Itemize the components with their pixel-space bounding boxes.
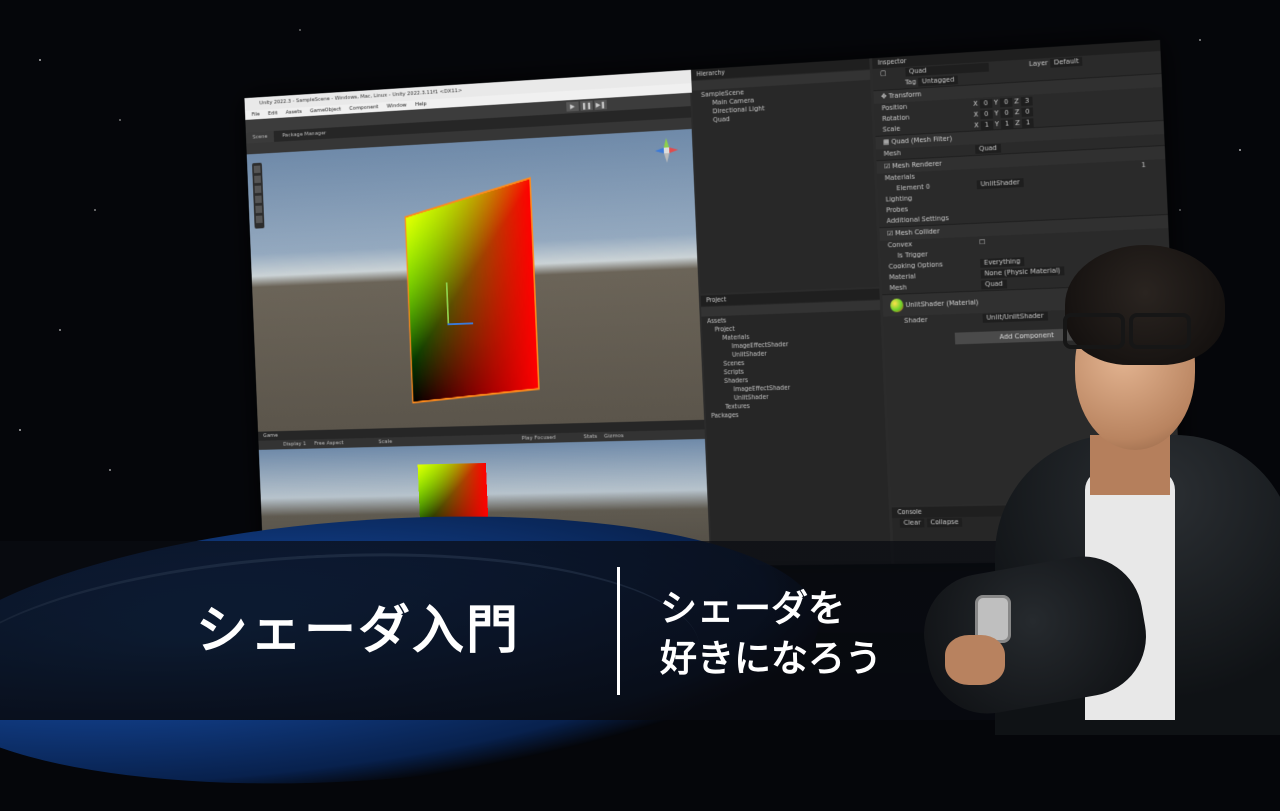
position-label: Position [881,102,908,113]
display-select[interactable]: Display 1 [283,440,306,447]
menu-edit[interactable]: Edit [268,110,278,117]
presenter-photo [905,235,1280,735]
subtitle-line-1: シェーダを [660,587,845,630]
scale-tool-icon[interactable] [254,195,262,204]
course-subtitle: シェーダを 好きになろう [660,584,882,684]
move-tool-icon[interactable] [254,175,261,184]
project-panel: Project Assets Project Materials ImageEf… [700,288,892,566]
scale-y[interactable]: 1 [1000,118,1014,129]
menu-assets[interactable]: Assets [286,108,302,115]
materials-label: Materials [884,172,916,183]
rect-tool-icon[interactable] [255,205,263,214]
hand-tool-icon[interactable] [253,165,261,174]
position-z[interactable]: 3 [1020,96,1034,106]
glasses-icon [1063,313,1193,349]
tag-select[interactable]: Untagged [918,74,959,87]
materials-count[interactable]: 1 [1141,160,1146,171]
orientation-gizmo-icon[interactable] [653,135,681,165]
layer-label: Layer [1028,59,1049,69]
mesh-filter-mesh-field[interactable]: Quad [975,143,1001,154]
glasses-left-lens [1063,313,1125,349]
rotation-z[interactable]: 0 [1021,106,1034,117]
rotation-label: Rotation [881,113,910,123]
gradient-quad[interactable] [404,176,540,404]
step-icon[interactable]: ▶❚ [594,99,607,110]
material-sphere-icon [890,298,904,313]
scale-slider-label[interactable]: Scale [378,438,392,445]
aspect-select[interactable]: Free Aspect [314,440,343,447]
scene-view[interactable] [246,128,705,432]
layer-select[interactable]: Default [1049,56,1083,68]
mesh-filter-mesh-label: Mesh [883,149,902,158]
element-label: Element 0 [896,182,931,193]
course-title: シェーダ入門 [196,601,521,661]
mesh-renderer-title: Mesh Renderer [892,159,942,171]
scale-z[interactable]: 1 [1021,117,1035,128]
transform-tool-icon[interactable] [255,215,263,224]
pause-icon[interactable]: ❚❚ [580,100,593,111]
menu-gameobject[interactable]: GameObject [310,106,341,114]
scale-x[interactable]: 1 [980,120,993,130]
menu-help[interactable]: Help [415,101,427,108]
scale-label: Scale [882,124,901,134]
position-x[interactable]: 0 [979,98,992,108]
presenter-hand [945,635,1005,685]
cube-icon: ▢ [880,69,887,78]
stats-button[interactable]: Stats [584,433,598,440]
play-icon[interactable]: ▶ [566,101,579,112]
menu-window[interactable]: Window [387,102,407,110]
mesh-filter-icon: ▦ [883,138,890,147]
mesh-collider-checkbox[interactable]: ☑ [887,230,893,238]
position-y[interactable]: 0 [999,97,1013,107]
menu-component[interactable]: Component [349,104,378,112]
glasses-right-lens [1129,313,1191,349]
menu-file[interactable]: File [252,111,260,118]
rotate-tool-icon[interactable] [254,185,262,194]
tag-label: Tag [904,77,917,87]
hierarchy-panel: Hierarchy SampleScene Main Camera Direct… [690,58,880,294]
subtitle-line-2: 好きになろう [660,637,882,680]
title-divider [617,567,620,695]
tab-game[interactable]: Game [258,432,283,439]
transform-title: Transform [888,90,922,101]
tool-palette [251,162,265,229]
transform-icon: ✥ [881,92,887,101]
rotation-x[interactable]: 0 [980,109,993,119]
rotation-y[interactable]: 0 [1000,108,1013,118]
mesh-filter-title: Quad (Mesh Filter) [891,134,953,146]
gizmos-button[interactable]: Gizmos [604,432,624,439]
mesh-renderer-checkbox[interactable]: ☑ [884,162,890,170]
play-mode-select[interactable]: Play Focused [522,434,556,441]
